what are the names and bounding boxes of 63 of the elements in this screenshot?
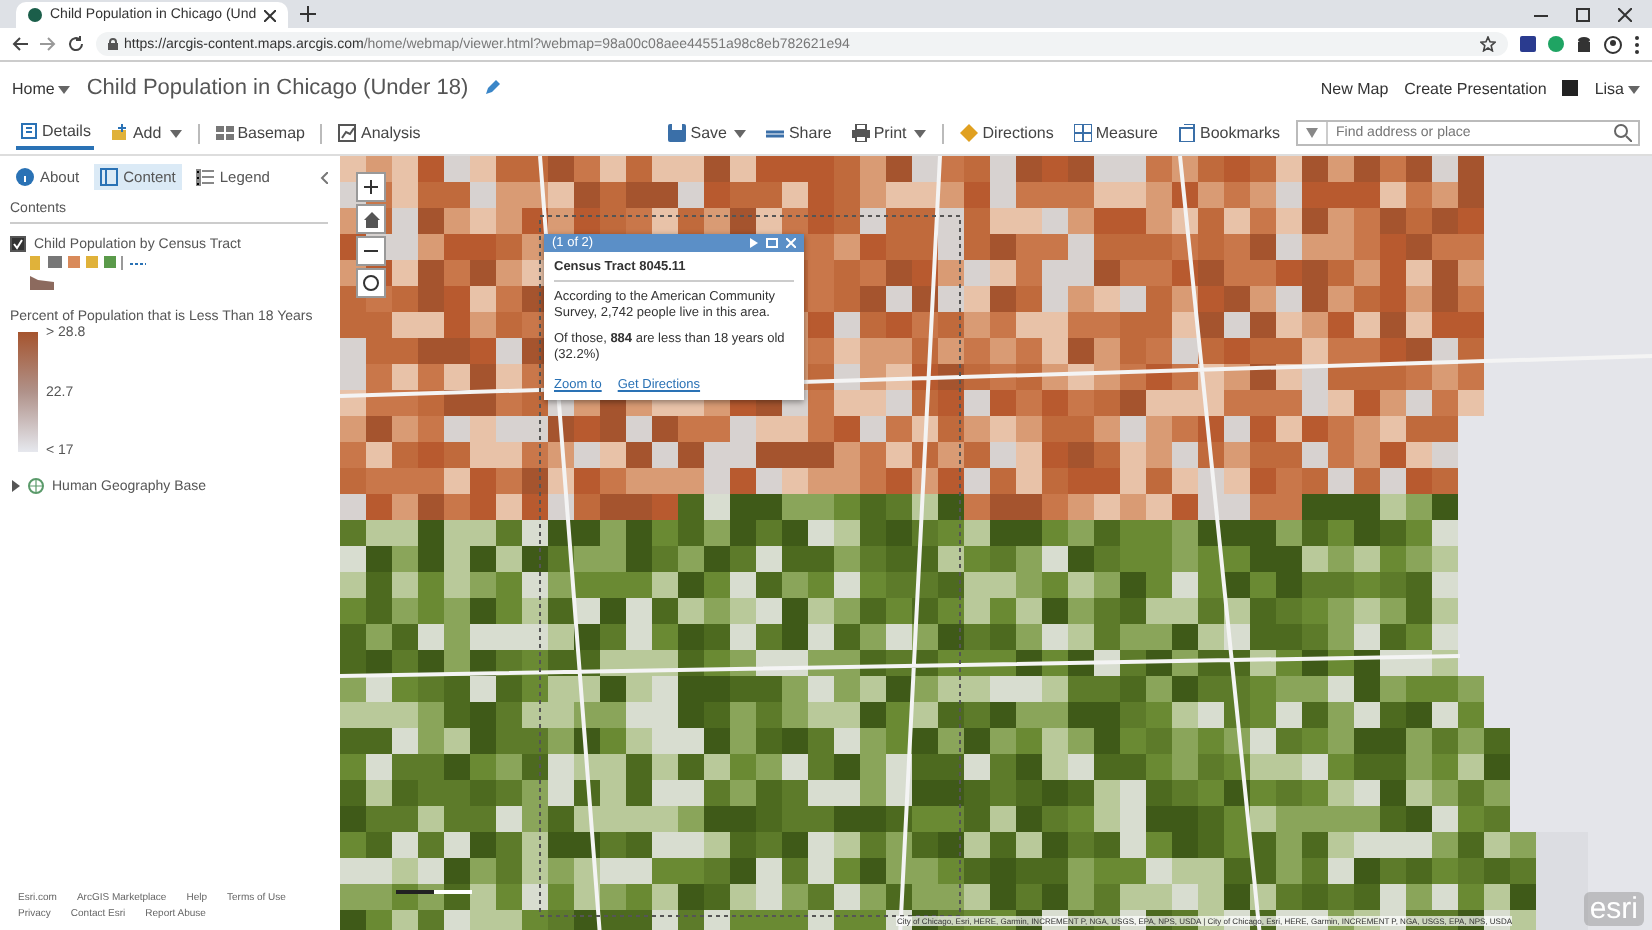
menu-icon[interactable] bbox=[1634, 35, 1640, 53]
polygon-symbol-icon bbox=[30, 276, 54, 290]
reload-icon[interactable] bbox=[68, 36, 84, 52]
header-link[interactable]: Create Presentation bbox=[1404, 79, 1547, 97]
lock-icon bbox=[108, 38, 118, 50]
add-icon bbox=[110, 124, 129, 142]
toolbar-button[interactable]: Save bbox=[664, 116, 751, 150]
home-icon bbox=[363, 211, 379, 227]
collapse-icon[interactable] bbox=[320, 171, 328, 183]
toolbar-tab[interactable]: Basemap bbox=[211, 116, 309, 150]
toolbar-button[interactable]: Share bbox=[762, 116, 836, 150]
locate-button[interactable] bbox=[356, 268, 386, 298]
bookmark-icon bbox=[1177, 124, 1196, 142]
plus-icon bbox=[364, 180, 378, 194]
scale-bar-icon bbox=[396, 890, 472, 894]
map-drawing[interactable] bbox=[340, 156, 1652, 930]
new-tab-icon[interactable] bbox=[300, 6, 317, 22]
search-icon[interactable] bbox=[1614, 124, 1632, 142]
toolbar-tab[interactable]: Details bbox=[16, 116, 95, 150]
checkbox[interactable] bbox=[10, 236, 26, 252]
star-icon[interactable] bbox=[1480, 36, 1496, 52]
home-menu[interactable]: Home bbox=[12, 79, 71, 97]
toolbar-button[interactable]: Directions bbox=[956, 116, 1058, 150]
legend-icon bbox=[195, 168, 214, 186]
next-icon[interactable] bbox=[750, 238, 758, 248]
user-menu[interactable]: Lisa bbox=[1594, 79, 1640, 97]
zoom-in-button[interactable] bbox=[356, 172, 386, 202]
save-icon bbox=[668, 124, 687, 142]
map-title: Child Population in Chicago (Under 18) bbox=[86, 76, 469, 100]
pencil-icon[interactable] bbox=[484, 80, 501, 96]
home-button[interactable] bbox=[356, 204, 386, 234]
layer-tools-icon[interactable] bbox=[30, 256, 146, 270]
globe-icon bbox=[28, 8, 42, 22]
chart-icon bbox=[338, 124, 357, 142]
circle-icon bbox=[362, 274, 380, 292]
close-icon[interactable] bbox=[1618, 7, 1632, 21]
globe-icon bbox=[28, 478, 44, 494]
diamond-icon bbox=[960, 124, 979, 142]
caret-icon bbox=[1628, 85, 1640, 93]
print-icon bbox=[851, 124, 870, 142]
maximize-icon[interactable] bbox=[1576, 7, 1590, 21]
esri-logo: esri bbox=[1583, 892, 1644, 926]
details-icon bbox=[20, 122, 38, 140]
toolbar-button[interactable]: Bookmarks bbox=[1173, 116, 1284, 150]
avatar-icon bbox=[1562, 80, 1579, 96]
content-icon bbox=[99, 168, 118, 186]
toolbar-button[interactable]: Measure bbox=[1069, 116, 1162, 150]
forward-icon[interactable] bbox=[40, 36, 56, 52]
toolbar-tab[interactable]: Add bbox=[106, 116, 186, 150]
close-icon[interactable] bbox=[264, 9, 277, 21]
back-icon[interactable] bbox=[12, 36, 28, 52]
extension-icon[interactable] bbox=[1576, 36, 1592, 52]
account-icon[interactable] bbox=[1604, 35, 1622, 53]
toolbar-tab[interactable]: Analysis bbox=[334, 116, 425, 150]
zoom-out-button[interactable] bbox=[356, 236, 386, 266]
caret-icon bbox=[58, 85, 71, 93]
minus-icon bbox=[364, 244, 378, 258]
color-ramp bbox=[18, 332, 38, 452]
toolbar-button[interactable]: Print bbox=[847, 116, 931, 150]
expand-arrow-icon[interactable] bbox=[10, 480, 20, 492]
header-link[interactable]: New Map bbox=[1320, 79, 1389, 97]
info-icon bbox=[16, 168, 34, 186]
grid-icon bbox=[215, 124, 234, 142]
